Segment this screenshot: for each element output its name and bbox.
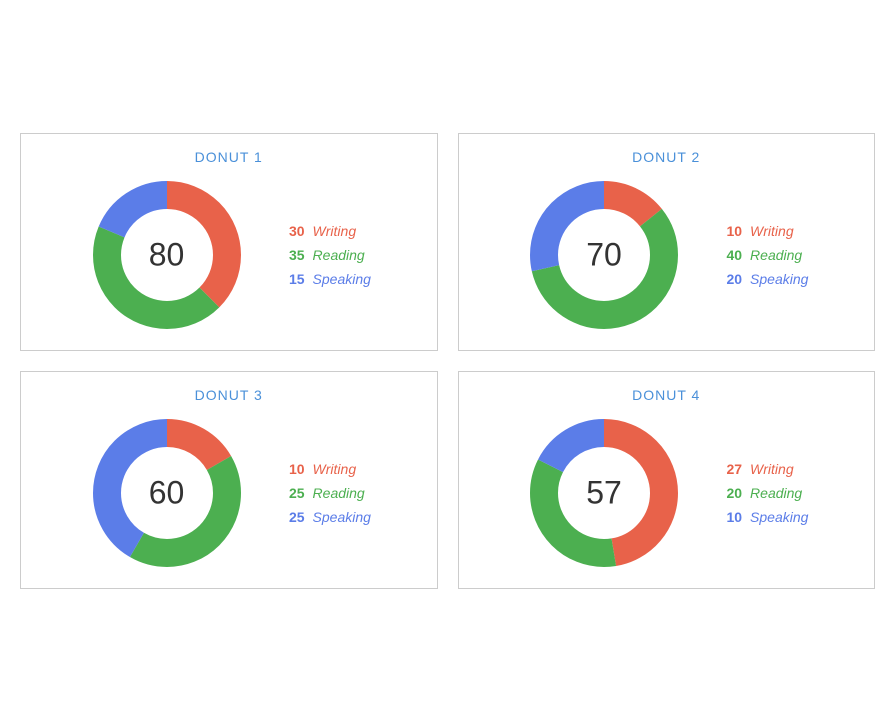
legend-label-writing: Writing: [750, 223, 794, 239]
legend-item-writing: 10 Writing: [277, 461, 371, 477]
donut-chart-donut2: 70: [524, 175, 684, 335]
legend-item-reading: 20 Reading: [714, 485, 808, 501]
legend-value-speaking: 25: [277, 509, 305, 525]
legend-donut4: 27 Writing 20 Reading 10 Speaking: [714, 461, 808, 525]
legend-label-writing: Writing: [313, 461, 357, 477]
legend-label-speaking: Speaking: [313, 509, 371, 525]
donut-center-value-donut4: 57: [586, 475, 622, 512]
legend-label-speaking: Speaking: [313, 271, 371, 287]
card-donut4: DONUT 4 57 27 Writing 20 Reading 10 Speaking: [458, 371, 876, 589]
legend-item-reading: 35 Reading: [277, 247, 371, 263]
legend-item-speaking: 15 Speaking: [277, 271, 371, 287]
title-donut4: DONUT 4: [632, 387, 700, 403]
legend-item-speaking: 10 Speaking: [714, 509, 808, 525]
legend-value-reading: 35: [277, 247, 305, 263]
legend-value-speaking: 10: [714, 509, 742, 525]
legend-value-reading: 40: [714, 247, 742, 263]
donut-chart-donut4: 57: [524, 413, 684, 573]
body-donut4: 57 27 Writing 20 Reading 10 Speaking: [474, 413, 860, 573]
legend-label-reading: Reading: [750, 247, 802, 263]
legend-item-writing: 27 Writing: [714, 461, 808, 477]
legend-item-reading: 40 Reading: [714, 247, 808, 263]
legend-item-writing: 10 Writing: [714, 223, 808, 239]
legend-value-reading: 20: [714, 485, 742, 501]
legend-value-reading: 25: [277, 485, 305, 501]
legend-donut3: 10 Writing 25 Reading 25 Speaking: [277, 461, 371, 525]
card-donut2: DONUT 2 70 10 Writing 40 Reading 20 Speaking: [458, 133, 876, 351]
legend-item-writing: 30 Writing: [277, 223, 371, 239]
legend-label-reading: Reading: [750, 485, 802, 501]
legend-label-speaking: Speaking: [750, 271, 808, 287]
legend-label-writing: Writing: [313, 223, 357, 239]
legend-value-writing: 27: [714, 461, 742, 477]
body-donut2: 70 10 Writing 40 Reading 20 Speaking: [474, 175, 860, 335]
legend-label-reading: Reading: [313, 485, 365, 501]
legend-item-reading: 25 Reading: [277, 485, 371, 501]
card-donut3: DONUT 3 60 10 Writing 25 Reading 25 Speaking: [20, 371, 438, 589]
legend-label-reading: Reading: [313, 247, 365, 263]
donut-center-value-donut1: 80: [149, 237, 185, 274]
card-donut1: DONUT 1 80 30 Writing 35 Reading 15 Speaking: [20, 133, 438, 351]
legend-donut1: 30 Writing 35 Reading 15 Speaking: [277, 223, 371, 287]
main-grid: DONUT 18030Writing35Reading15SpeakingDON…: [20, 133, 875, 589]
donut-chart-donut1: 80: [87, 175, 247, 335]
legend-donut2: 10 Writing 40 Reading 20 Speaking: [714, 223, 808, 287]
donut-center-value-donut3: 60: [149, 475, 185, 512]
legend-label-speaking: Speaking: [750, 509, 808, 525]
title-donut2: DONUT 2: [632, 149, 700, 165]
legend-value-writing: 30: [277, 223, 305, 239]
legend-value-speaking: 20: [714, 271, 742, 287]
body-donut1: 80 30 Writing 35 Reading 15 Speaking: [36, 175, 422, 335]
donut-center-value-donut2: 70: [586, 237, 622, 274]
legend-item-speaking: 20 Speaking: [714, 271, 808, 287]
legend-value-writing: 10: [277, 461, 305, 477]
donut-chart-donut3: 60: [87, 413, 247, 573]
legend-value-speaking: 15: [277, 271, 305, 287]
legend-label-writing: Writing: [750, 461, 794, 477]
title-donut3: DONUT 3: [195, 387, 263, 403]
title-donut1: DONUT 1: [195, 149, 263, 165]
body-donut3: 60 10 Writing 25 Reading 25 Speaking: [36, 413, 422, 573]
legend-value-writing: 10: [714, 223, 742, 239]
legend-item-speaking: 25 Speaking: [277, 509, 371, 525]
